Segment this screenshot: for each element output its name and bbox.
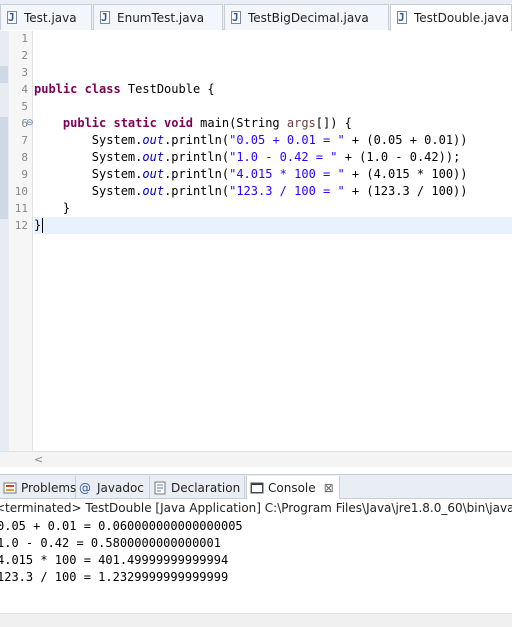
- tab-javadoc[interactable]: @ Javadoc: [76, 476, 150, 499]
- line-number: 10: [14, 185, 28, 198]
- code-line-println: System.out.println("0.05 + 0.01 = " + (0…: [91, 133, 468, 147]
- line-number: 4: [21, 83, 28, 96]
- java-file-icon: J: [5, 10, 19, 26]
- code-line-println: System.out.println("123.3 / 100 = " + (1…: [91, 184, 468, 198]
- tab-label: EnumTest.java: [117, 10, 205, 25]
- java-file-icon: J: [98, 10, 112, 26]
- code-line-println: System.out.println("1.0 - 0.42 = " + (1.…: [91, 150, 461, 164]
- line-number: 8: [21, 151, 28, 164]
- tab-testbigdecimal-java[interactable]: J TestBigDecimal.java: [224, 4, 389, 30]
- code-text-area[interactable]: public class TestDouble { public static …: [34, 31, 512, 451]
- at-sign-icon: @: [79, 480, 91, 495]
- code-line-class-declaration: public class TestDouble {: [34, 82, 215, 96]
- line-number: 11: [14, 202, 28, 215]
- code-line-main-method: public static void main(String args[]) {: [62, 116, 352, 130]
- scroll-left-icon[interactable]: <: [34, 452, 43, 467]
- console-output[interactable]: 0.05 + 0.01 = 0.060000000000000005 1.0 -…: [0, 518, 512, 613]
- code-line-close-class: }: [34, 218, 42, 232]
- console-horizontal-scrollbar[interactable]: [0, 613, 512, 627]
- editor-tab-bar: J Test.java J EnumTest.java J TestBigDec…: [0, 0, 512, 31]
- line-number: 3: [21, 66, 28, 79]
- tab-label: TestBigDecimal.java: [248, 10, 369, 25]
- close-icon[interactable]: ⊠: [324, 481, 334, 495]
- tab-test-java[interactable]: J Test.java: [0, 4, 92, 30]
- console-line: 0.05 + 0.01 = 0.060000000000000005: [0, 519, 243, 533]
- tab-testdouble-java[interactable]: J TestDouble.java: [390, 4, 512, 31]
- console-line: 4.015 * 100 = 401.49999999999994: [0, 553, 229, 567]
- tab-label: TestDouble.java: [414, 11, 510, 25]
- console-icon: [250, 481, 264, 495]
- code-line-println: System.out.println("4.015 * 100 = " + (4…: [91, 167, 468, 181]
- tab-console[interactable]: Console ⊠: [246, 476, 340, 499]
- tab-declaration[interactable]: Declaration: [150, 476, 245, 499]
- code-line-close-method: }: [62, 201, 71, 215]
- console-status-text: <terminated> TestDouble [Java Applicatio…: [0, 501, 512, 515]
- tab-enumtest-java[interactable]: J EnumTest.java: [93, 4, 223, 30]
- text-caret: [42, 218, 43, 233]
- line-number: 7: [21, 134, 28, 147]
- code-editor[interactable]: 1 2 3 4 5 6 7 8 9 10 11 12 ⊖ public clas…: [0, 31, 512, 451]
- java-file-icon: J: [229, 10, 243, 26]
- console-line: 1.0 - 0.42 = 0.5800000000000001: [0, 536, 221, 550]
- line-number-ruler: 1 2 3 4 5 6 7 8 9 10 11 12: [9, 31, 33, 451]
- console-status-header: <terminated> TestDouble [Java Applicatio…: [0, 499, 512, 518]
- tab-problems[interactable]: Problems: [0, 476, 76, 499]
- editor-horizontal-scrollbar[interactable]: <: [0, 451, 512, 467]
- line-number: 5: [21, 100, 28, 113]
- declaration-icon: [153, 481, 167, 495]
- tab-label: Test.java: [24, 10, 77, 25]
- console-line: 123.3 / 100 = 1.2329999999999999: [0, 570, 229, 584]
- overview-ruler: [0, 31, 9, 451]
- java-file-icon: J: [395, 10, 409, 26]
- fold-collapse-icon[interactable]: ⊖: [26, 115, 34, 132]
- view-tab-bar: Problems @ Javadoc Declaration Console ⊠: [0, 474, 512, 499]
- problems-icon: [3, 481, 17, 495]
- line-number: 1: [21, 32, 28, 45]
- line-number: 9: [21, 168, 28, 181]
- line-number: 2: [21, 49, 28, 62]
- line-number: 12: [14, 219, 28, 232]
